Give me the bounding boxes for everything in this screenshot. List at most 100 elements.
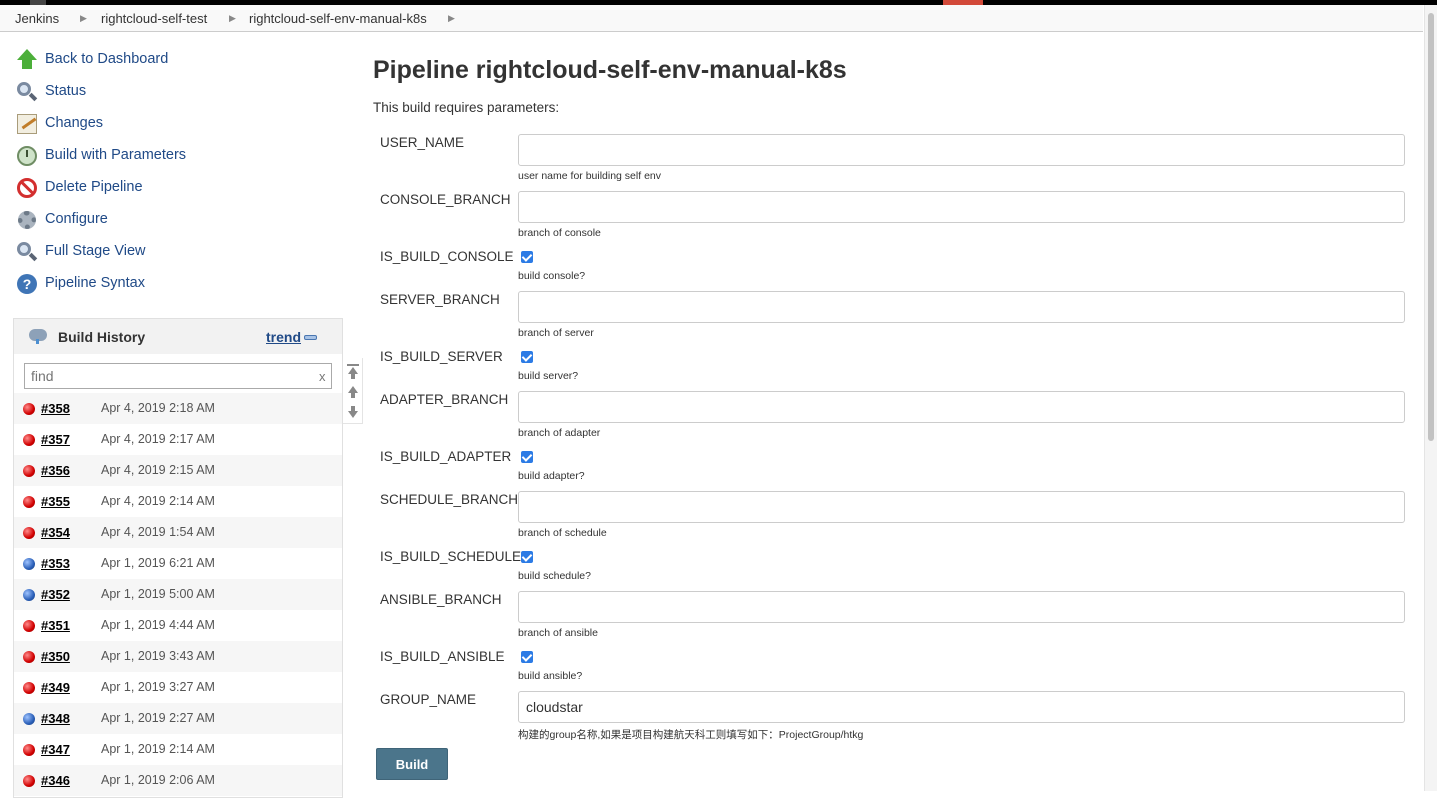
adapter-branch-input[interactable] [518,391,1405,423]
build-history-panel: Build History trend x #358 Apr 4, 2019 2… [13,318,343,798]
task-label[interactable]: Full Stage View [45,243,145,259]
build-number-link[interactable]: #358 [41,401,70,416]
build-date[interactable]: Apr 1, 2019 6:21 AM [101,556,215,570]
task-changes[interactable]: Changes [16,112,103,136]
build-button[interactable]: Build [376,748,448,780]
task-configure[interactable]: Configure [16,208,108,232]
page-title: Pipeline rightcloud-self-env-manual-k8s [373,56,847,84]
build-number-link[interactable]: #348 [41,711,70,726]
build-number-link[interactable]: #356 [41,463,70,478]
status-ball-blue-icon[interactable] [23,713,35,725]
status-ball-red-icon[interactable] [23,651,35,663]
first-page-arrow-icon[interactable] [348,367,358,374]
param-description: branch of server [518,327,594,339]
is-build-console-checkbox[interactable] [521,251,533,263]
task-label[interactable]: Pipeline Syntax [45,275,145,291]
build-date[interactable]: Apr 4, 2019 1:54 AM [101,525,215,539]
build-number-link[interactable]: #355 [41,494,70,509]
build-date[interactable]: Apr 1, 2019 2:06 AM [101,773,215,787]
chevron-right-icon[interactable]: ▶ [448,13,455,24]
user-name-input[interactable] [518,134,1405,166]
scrollbar-thumb[interactable] [1428,13,1434,441]
param-description: user name for building self env [518,170,661,182]
gear-icon [16,209,38,231]
trend-link[interactable]: trend [266,329,301,345]
build-date[interactable]: Apr 4, 2019 2:15 AM [101,463,215,477]
build-date[interactable]: Apr 1, 2019 4:44 AM [101,618,215,632]
param-description: 构建的group名称,如果是项目构建航天科工则填写如下：ProjectGroup… [518,729,864,741]
task-label[interactable]: Back to Dashboard [45,51,168,67]
task-build-with-parameters[interactable]: Build with Parameters [16,144,186,168]
build-date[interactable]: Apr 1, 2019 3:27 AM [101,680,215,694]
build-date[interactable]: Apr 4, 2019 2:14 AM [101,494,215,508]
status-ball-blue-icon[interactable] [23,558,35,570]
build-history-pager [343,358,363,424]
status-ball-red-icon[interactable] [23,496,35,508]
build-date[interactable]: Apr 1, 2019 2:27 AM [101,711,215,725]
page-down-icon[interactable] [348,411,358,418]
build-number-link[interactable]: #347 [41,742,70,757]
page-up-icon[interactable] [348,386,358,393]
task-delete-pipeline[interactable]: Delete Pipeline [16,176,143,200]
build-date[interactable]: Apr 1, 2019 2:14 AM [101,742,215,756]
task-label[interactable]: Changes [45,115,103,131]
status-ball-red-icon[interactable] [23,403,35,415]
help-icon: ? [16,273,38,295]
status-ball-red-icon[interactable] [23,775,35,787]
breadcrumb-job[interactable]: rightcloud-self-env-manual-k8s [249,11,427,26]
ansible-branch-input[interactable] [518,591,1405,623]
first-page-icon[interactable] [347,364,359,366]
console-branch-input[interactable] [518,191,1405,223]
build-row: #357 Apr 4, 2019 2:17 AM [14,424,342,455]
status-ball-blue-icon[interactable] [23,589,35,601]
build-number-link[interactable]: #351 [41,618,70,633]
build-date[interactable]: Apr 1, 2019 5:00 AM [101,587,215,601]
build-number-link[interactable]: #350 [41,649,70,664]
schedule-branch-input[interactable] [518,491,1405,523]
rain-drop-icon [36,339,39,344]
status-ball-red-icon[interactable] [23,527,35,539]
clear-search-button[interactable]: x [319,369,326,384]
build-date[interactable]: Apr 4, 2019 2:18 AM [101,401,215,415]
page-scrollbar[interactable] [1424,5,1437,791]
is-build-adapter-checkbox[interactable] [521,451,533,463]
build-number-link[interactable]: #357 [41,432,70,447]
param-description: build schedule? [518,570,591,582]
task-full-stage-view[interactable]: Full Stage View [16,240,145,264]
page-up-stem-icon[interactable] [351,393,355,398]
task-pipeline-syntax[interactable]: ? Pipeline Syntax [16,272,145,296]
task-label[interactable]: Status [45,83,86,99]
task-label[interactable]: Delete Pipeline [45,179,143,195]
arrow-up-icon [16,49,38,71]
chevron-right-icon[interactable]: ▶ [80,13,87,24]
breadcrumb-jenkins[interactable]: Jenkins [15,11,59,26]
build-search-input[interactable] [24,363,332,389]
is-build-ansible-checkbox[interactable] [521,651,533,663]
notepad-icon [16,113,38,135]
status-ball-red-icon[interactable] [23,682,35,694]
first-page-stem-icon[interactable] [351,374,355,379]
status-ball-red-icon[interactable] [23,465,35,477]
build-date[interactable]: Apr 4, 2019 2:17 AM [101,432,215,446]
task-label[interactable]: Configure [45,211,108,227]
group-name-input[interactable] [518,691,1405,723]
build-number-link[interactable]: #352 [41,587,70,602]
build-number-link[interactable]: #349 [41,680,70,695]
build-number-link[interactable]: #346 [41,773,70,788]
status-ball-red-icon[interactable] [23,620,35,632]
status-ball-red-icon[interactable] [23,744,35,756]
task-back-to-dashboard[interactable]: Back to Dashboard [16,48,168,72]
is-build-schedule-checkbox[interactable] [521,551,533,563]
breadcrumb-folder[interactable]: rightcloud-self-test [101,11,207,26]
build-number-link[interactable]: #354 [41,525,70,540]
trend-icon[interactable] [304,335,317,340]
build-date[interactable]: Apr 1, 2019 3:43 AM [101,649,215,663]
server-branch-input[interactable] [518,291,1405,323]
status-ball-red-icon[interactable] [23,434,35,446]
task-label[interactable]: Build with Parameters [45,147,186,163]
param-name: IS_BUILD_ADAPTER [380,449,512,464]
task-status[interactable]: Status [16,80,86,104]
build-number-link[interactable]: #353 [41,556,70,571]
is-build-server-checkbox[interactable] [521,351,533,363]
chevron-right-icon[interactable]: ▶ [229,13,236,24]
